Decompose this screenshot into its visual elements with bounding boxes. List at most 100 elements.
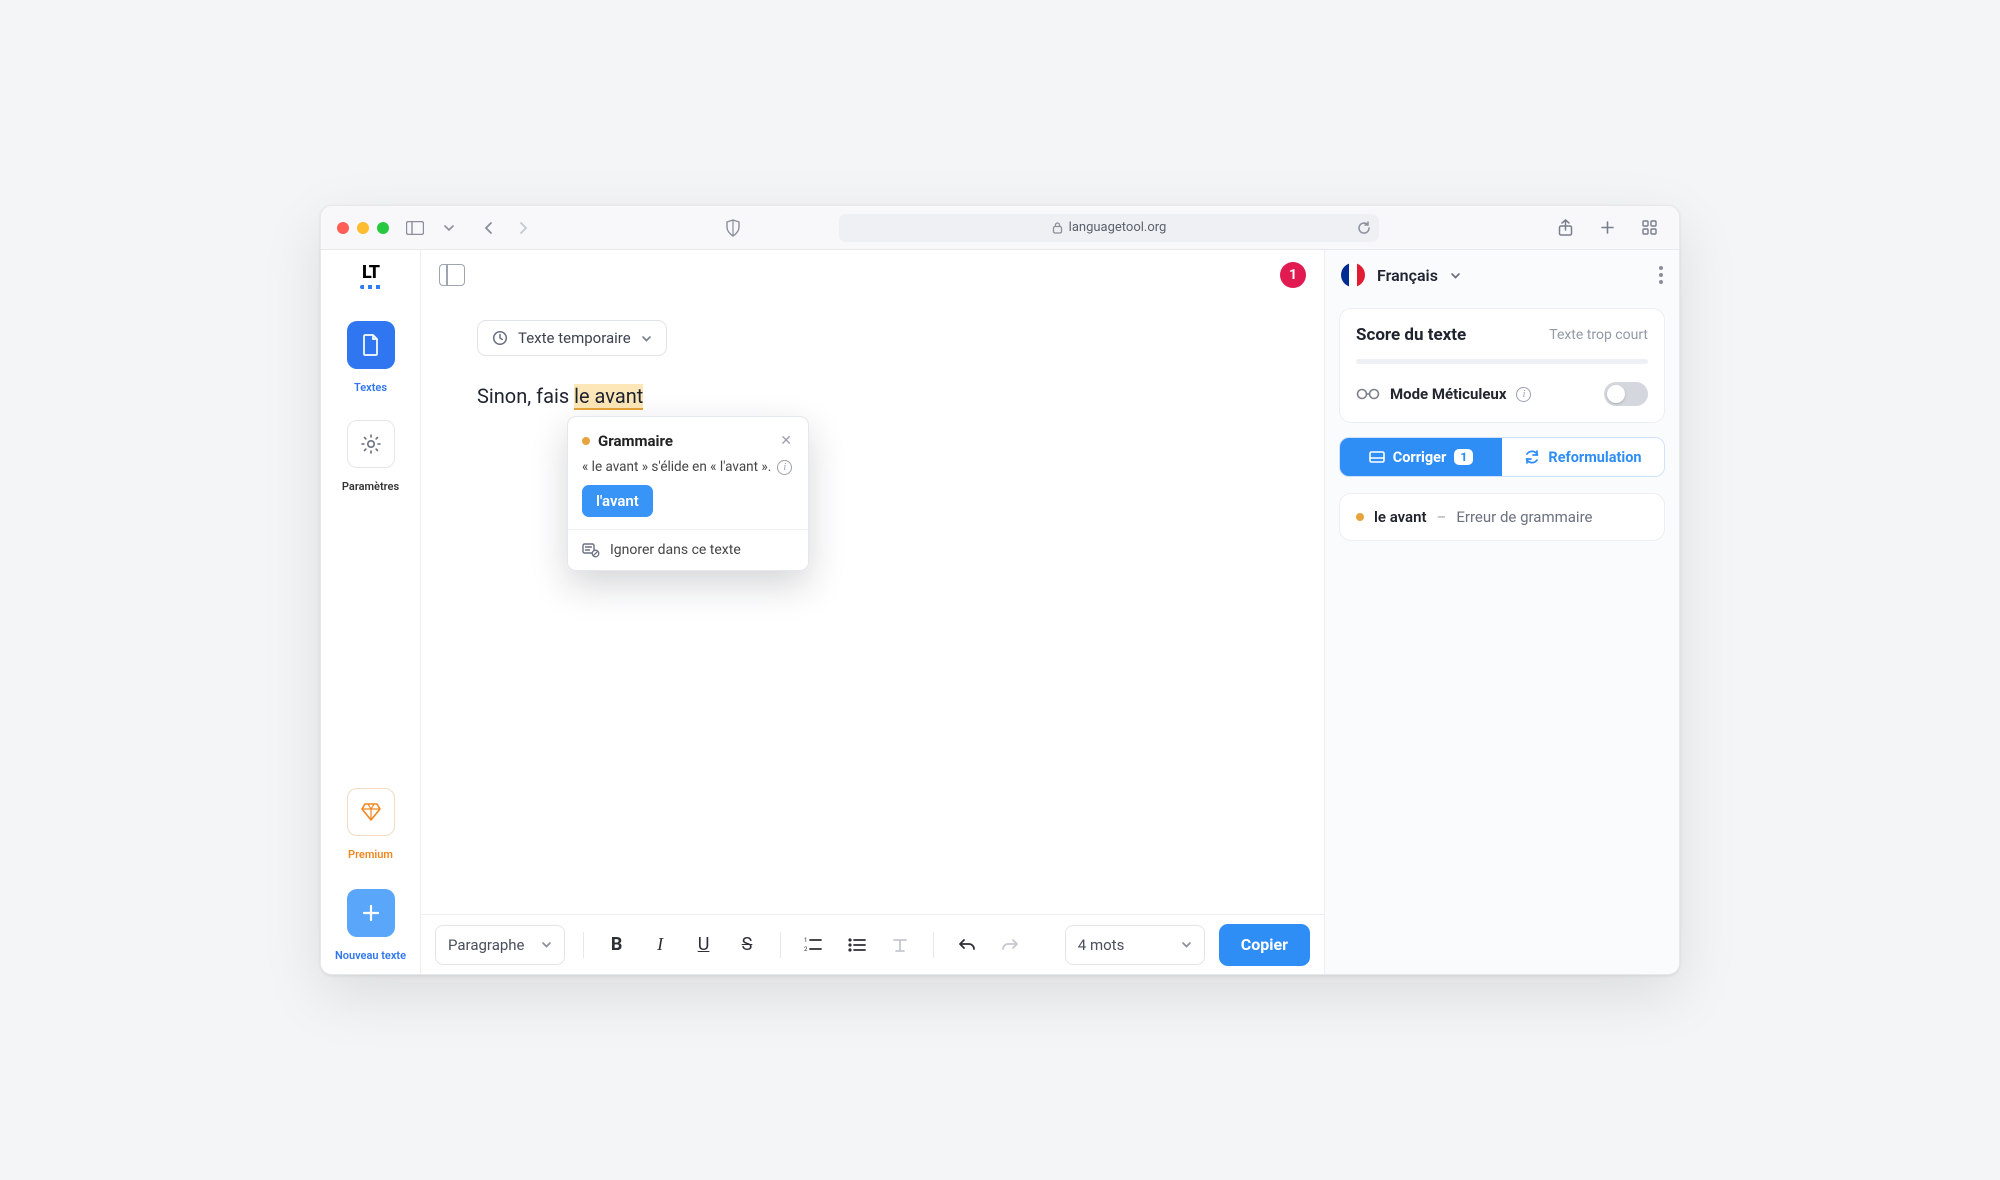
word-count-label: 4 mots	[1078, 936, 1125, 954]
window-maximize-button[interactable]	[377, 222, 389, 234]
ignore-label: Ignorer dans ce texte	[610, 542, 741, 558]
nav-arrows	[475, 215, 537, 241]
chevron-down-icon	[541, 939, 552, 950]
texts-nav-label: Textes	[354, 381, 387, 394]
flag-fr-icon	[1341, 263, 1365, 287]
new-text-button[interactable]	[347, 889, 395, 937]
texts-nav-button[interactable]	[347, 321, 395, 369]
issue-dash: –	[1437, 508, 1447, 526]
info-icon[interactable]: i	[777, 460, 792, 475]
language-select[interactable]: Français	[1377, 266, 1438, 285]
chevron-down-icon	[1181, 939, 1192, 950]
svg-text:2: 2	[804, 946, 808, 953]
document-text[interactable]: Sinon, fais le avant	[477, 380, 1268, 412]
paragraph-style-select[interactable]: Paragraphe	[435, 925, 565, 965]
picky-mode-label: Mode Méticuleux	[1390, 385, 1506, 403]
picky-mode-toggle[interactable]	[1604, 382, 1648, 406]
error-count-value: 1	[1289, 267, 1297, 283]
popover-category: Grammaire	[598, 432, 673, 450]
editor-footer: Paragraphe B I U S 12	[421, 914, 1324, 974]
left-rail: LT Textes Paramètres Premium Nouveau t	[321, 250, 421, 974]
lock-icon	[1052, 221, 1063, 234]
score-title: Score du texte	[1356, 325, 1466, 345]
info-icon[interactable]: i	[1516, 387, 1531, 402]
share-icon[interactable]	[1551, 215, 1579, 241]
app-logo[interactable]: LT	[362, 262, 379, 283]
right-sidebar: Français Score du texte Texte trop court…	[1325, 250, 1679, 974]
url-text: languagetool.org	[1069, 220, 1167, 235]
italic-button[interactable]: I	[645, 928, 674, 962]
chevron-down-icon[interactable]	[1450, 270, 1461, 281]
glasses-icon	[1356, 387, 1380, 401]
browser-window: languagetool.org LT	[320, 205, 1680, 975]
app-body: LT Textes Paramètres Premium Nouveau t	[321, 250, 1679, 974]
separator	[780, 932, 781, 958]
clock-icon	[492, 330, 508, 346]
chevron-down-icon	[641, 333, 652, 344]
tab-correct-count: 1	[1454, 449, 1473, 465]
suggestion-text: l'avant	[596, 492, 639, 510]
settings-nav-button[interactable]	[347, 420, 395, 468]
new-text-label: Nouveau texte	[335, 949, 406, 962]
copy-button[interactable]: Copier	[1219, 924, 1310, 966]
grammar-highlight[interactable]: le avant	[574, 384, 643, 410]
logo-underline-icon	[360, 285, 381, 289]
unordered-list-button[interactable]	[842, 928, 871, 962]
error-count-badge[interactable]: 1	[1280, 262, 1306, 288]
copy-button-label: Copier	[1241, 935, 1288, 954]
suggestion-popover: Grammaire ✕ « le avant » s'élide en « l'…	[567, 416, 809, 571]
nav-back-button[interactable]	[475, 215, 503, 241]
bold-button[interactable]: B	[602, 928, 631, 962]
category-dot-icon	[582, 437, 590, 445]
gear-icon	[360, 433, 382, 455]
nav-forward-button[interactable]	[509, 215, 537, 241]
underline-button[interactable]: U	[689, 928, 718, 962]
panel-toggle-icon[interactable]	[439, 264, 465, 286]
ignore-icon	[582, 542, 600, 558]
issue-term: le avant	[1374, 508, 1427, 526]
paragraph-style-label: Paragraphe	[448, 936, 525, 954]
window-close-button[interactable]	[337, 222, 349, 234]
strikethrough-button[interactable]: S	[732, 928, 761, 962]
document-icon	[361, 334, 381, 356]
popover-explanation: « le avant » s'élide en « l'avant ».	[582, 459, 771, 475]
popover-header: Grammaire ✕	[568, 417, 808, 455]
undo-button[interactable]	[952, 928, 981, 962]
sidebar-tabs: Corriger 1 Reformulation	[1339, 437, 1665, 477]
clear-format-button[interactable]	[886, 928, 915, 962]
word-count-select[interactable]: 4 mots	[1065, 925, 1205, 965]
document-title-button[interactable]: Texte temporaire	[477, 320, 667, 356]
reload-icon[interactable]	[1357, 221, 1371, 235]
issue-message: Erreur de grammaire	[1456, 508, 1592, 526]
separator	[583, 932, 584, 958]
picky-mode-row: Mode Méticuleux i	[1356, 382, 1648, 406]
window-minimize-button[interactable]	[357, 222, 369, 234]
tab-overview-icon[interactable]	[1635, 215, 1663, 241]
editor-header: 1	[421, 250, 1324, 300]
premium-button[interactable]	[347, 788, 395, 836]
issue-item[interactable]: le avant – Erreur de grammaire	[1339, 493, 1665, 541]
url-bar[interactable]: languagetool.org	[839, 214, 1379, 242]
score-subtitle: Texte trop court	[1549, 327, 1648, 343]
correct-icon	[1369, 451, 1385, 463]
refresh-icon	[1524, 450, 1540, 464]
language-label: Français	[1377, 266, 1438, 285]
sidebar-toggle-icon[interactable]	[401, 215, 429, 241]
diamond-icon	[360, 802, 382, 822]
score-card: Score du texte Texte trop court Mode Mét…	[1339, 308, 1665, 423]
popover-description-row: « le avant » s'élide en « l'avant ». i	[568, 455, 808, 485]
tab-reformulate[interactable]: Reformulation	[1502, 438, 1664, 476]
issue-dot-icon	[1356, 513, 1364, 521]
ordered-list-button[interactable]: 12	[799, 928, 828, 962]
popover-close-button[interactable]: ✕	[778, 431, 794, 451]
tab-reformulate-label: Reformulation	[1548, 449, 1641, 466]
suggestion-button[interactable]: l'avant	[582, 485, 653, 517]
tab-correct[interactable]: Corriger 1	[1340, 438, 1502, 476]
ignore-button[interactable]: Ignorer dans ce texte	[568, 530, 808, 570]
new-tab-icon[interactable]	[1593, 215, 1621, 241]
text-plain: Sinon, fais	[477, 384, 574, 408]
redo-button[interactable]	[995, 928, 1024, 962]
chevron-down-icon[interactable]	[435, 215, 463, 241]
sidebar-menu-button[interactable]	[1659, 266, 1663, 284]
shield-icon[interactable]	[719, 215, 747, 241]
